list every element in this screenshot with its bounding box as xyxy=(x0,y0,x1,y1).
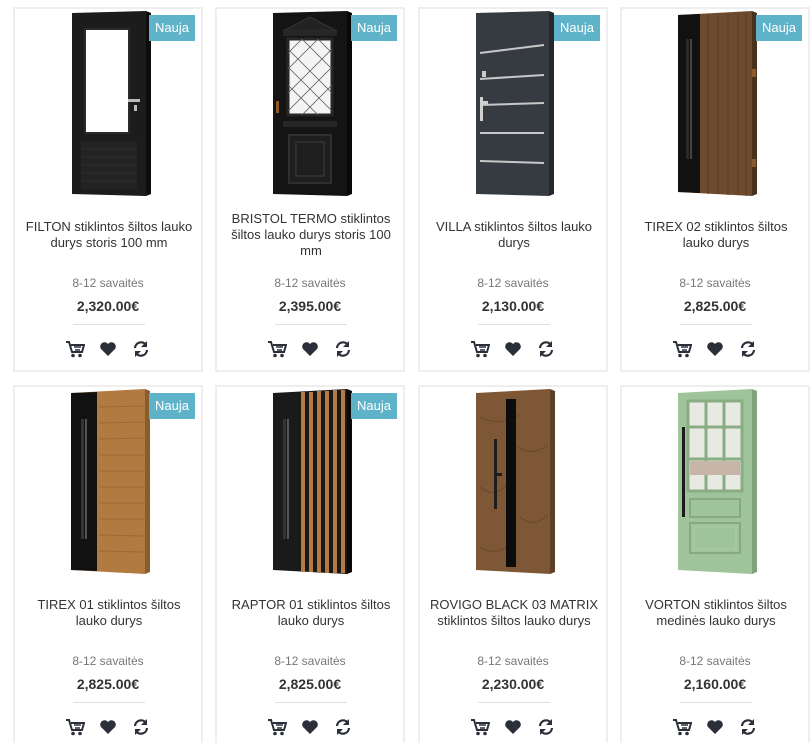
product-actions xyxy=(217,717,403,737)
product-grid: Nauja FILTON stiklintos šiltos lauko dur… xyxy=(0,0,810,743)
product-title[interactable]: RAPTOR 01 stiklintos šiltos lauko durys xyxy=(223,587,399,639)
product-title[interactable]: VORTON stiklintos šiltos medinės lauko d… xyxy=(628,587,804,639)
product-card[interactable]: VORTON stiklintos šiltos medinės lauko d… xyxy=(620,385,810,743)
heart-icon[interactable] xyxy=(705,717,725,737)
refresh-icon[interactable] xyxy=(131,339,151,359)
product-title[interactable]: VILLA stiklintos šiltos lauko durys xyxy=(426,209,602,261)
cart-icon[interactable] xyxy=(672,339,692,359)
new-badge: Nauja xyxy=(149,15,195,41)
new-badge: Nauja xyxy=(149,393,195,419)
cart-icon[interactable] xyxy=(470,339,490,359)
product-title[interactable]: TIREX 01 stiklintos šiltos lauko durys xyxy=(21,587,197,639)
divider xyxy=(73,324,145,325)
product-price: 2,130.00€ xyxy=(481,298,545,314)
heart-icon[interactable] xyxy=(300,717,320,737)
product-actions xyxy=(420,717,606,737)
divider xyxy=(680,324,752,325)
product-price: 2,395.00€ xyxy=(278,298,342,314)
divider xyxy=(275,702,347,703)
cart-icon[interactable] xyxy=(267,717,287,737)
product-card[interactable]: ROVIGO BLACK 03 MATRIX stiklintos šiltos… xyxy=(418,385,608,743)
heart-icon[interactable] xyxy=(98,339,118,359)
refresh-icon[interactable] xyxy=(131,717,151,737)
divider xyxy=(275,324,347,325)
delivery-time: 8-12 savaitės xyxy=(72,276,144,290)
cart-icon[interactable] xyxy=(470,717,490,737)
delivery-time: 8-12 savaitės xyxy=(72,654,144,668)
product-card[interactable]: Nauja TIREX 01 stiklintos šiltos lauko d… xyxy=(13,385,203,743)
product-card[interactable]: Nauja RAPTOR 01 stiklintos šiltos lauko … xyxy=(215,385,405,743)
product-price: 2,160.00€ xyxy=(683,676,747,692)
product-card[interactable]: Nauja TIREX 02 stiklintos šiltos lauko d… xyxy=(620,7,810,372)
product-actions xyxy=(15,717,201,737)
product-actions xyxy=(622,339,808,359)
divider xyxy=(478,324,550,325)
heart-icon[interactable] xyxy=(503,717,523,737)
product-title[interactable]: ROVIGO BLACK 03 MATRIX stiklintos šiltos… xyxy=(426,587,602,639)
door-image[interactable]: Nauja xyxy=(622,9,808,199)
delivery-time: 8-12 savaitės xyxy=(679,654,751,668)
product-price: 2,825.00€ xyxy=(278,676,342,692)
delivery-time: 8-12 savaitės xyxy=(477,654,549,668)
door-image[interactable] xyxy=(420,387,606,577)
product-price: 2,825.00€ xyxy=(683,298,747,314)
refresh-icon[interactable] xyxy=(738,717,758,737)
product-price: 2,230.00€ xyxy=(481,676,545,692)
product-card[interactable]: Nauja FILTON stiklintos šiltos lauko dur… xyxy=(13,7,203,372)
door-image[interactable]: Nauja xyxy=(217,387,403,577)
product-price: 2,320.00€ xyxy=(76,298,140,314)
product-actions xyxy=(217,339,403,359)
cart-icon[interactable] xyxy=(672,717,692,737)
product-card[interactable]: Nauja BRISTOL TERMO stiklintos šiltos la… xyxy=(215,7,405,372)
product-title[interactable]: FILTON stiklintos šiltos lauko durys sto… xyxy=(21,209,197,261)
delivery-time: 8-12 savaitės xyxy=(274,276,346,290)
divider xyxy=(680,702,752,703)
cart-icon[interactable] xyxy=(65,717,85,737)
refresh-icon[interactable] xyxy=(536,717,556,737)
door-image[interactable]: Nauja xyxy=(217,9,403,199)
heart-icon[interactable] xyxy=(98,717,118,737)
product-price: 2,825.00€ xyxy=(76,676,140,692)
cart-icon[interactable] xyxy=(65,339,85,359)
heart-icon[interactable] xyxy=(705,339,725,359)
refresh-icon[interactable] xyxy=(333,339,353,359)
new-badge: Nauja xyxy=(351,393,397,419)
product-title[interactable]: BRISTOL TERMO stiklintos šiltos lauko du… xyxy=(223,209,399,261)
new-badge: Nauja xyxy=(554,15,600,41)
heart-icon[interactable] xyxy=(300,339,320,359)
delivery-time: 8-12 savaitės xyxy=(679,276,751,290)
new-badge: Nauja xyxy=(756,15,802,41)
divider xyxy=(73,702,145,703)
product-card[interactable]: Nauja VILLA stiklintos šiltos lauko dury… xyxy=(418,7,608,372)
refresh-icon[interactable] xyxy=(536,339,556,359)
product-actions xyxy=(622,717,808,737)
heart-icon[interactable] xyxy=(503,339,523,359)
product-title[interactable]: TIREX 02 stiklintos šiltos lauko durys xyxy=(628,209,804,261)
refresh-icon[interactable] xyxy=(333,717,353,737)
cart-icon[interactable] xyxy=(267,339,287,359)
new-badge: Nauja xyxy=(351,15,397,41)
door-image[interactable]: Nauja xyxy=(420,9,606,199)
delivery-time: 8-12 savaitės xyxy=(274,654,346,668)
door-image[interactable]: Nauja xyxy=(15,9,201,199)
door-image[interactable] xyxy=(622,387,808,577)
refresh-icon[interactable] xyxy=(738,339,758,359)
divider xyxy=(478,702,550,703)
product-actions xyxy=(420,339,606,359)
delivery-time: 8-12 savaitės xyxy=(477,276,549,290)
product-actions xyxy=(15,339,201,359)
door-image[interactable]: Nauja xyxy=(15,387,201,577)
